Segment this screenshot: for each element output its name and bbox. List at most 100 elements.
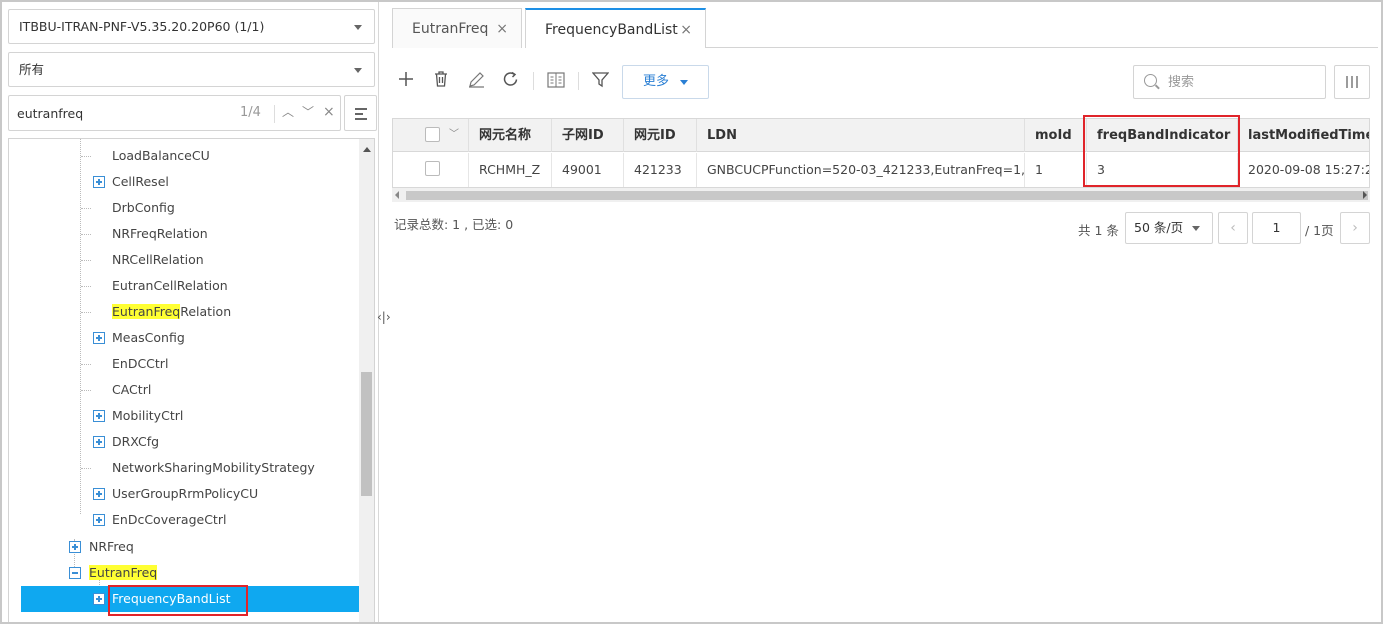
- column-header[interactable]: lastModifiedTime: [1238, 119, 1369, 152]
- scope-select[interactable]: 所有: [8, 52, 375, 87]
- expand-plus-icon[interactable]: [93, 488, 105, 500]
- columns-book-icon[interactable]: [547, 72, 565, 88]
- search-match-highlight: EutranFreq: [89, 565, 158, 580]
- chevron-left-icon: ‹: [1230, 220, 1236, 236]
- tree-node-nrcellrelation[interactable]: NRCellRelation: [9, 247, 354, 273]
- column-header[interactable]: LDN: [697, 119, 1025, 152]
- table-cell: 421233: [624, 153, 697, 187]
- close-icon[interactable]: ×: [496, 9, 508, 49]
- expand-plus-icon[interactable]: [93, 410, 105, 422]
- chevron-down-icon[interactable]: ﹀: [449, 119, 459, 151]
- tree-search[interactable]: eutranfreq 1/4 ︿ ﹀ ×: [8, 95, 341, 131]
- chevron-down-icon: [354, 25, 362, 30]
- annotation-box: [1083, 115, 1240, 187]
- expand-plus-icon[interactable]: [93, 514, 105, 526]
- tree-node-cellresel[interactable]: CellResel: [9, 169, 354, 195]
- tree-node-eutranfreq[interactable]: EutranFreq: [9, 560, 354, 586]
- tree-node-endccoveragectrl[interactable]: EnDcCoverageCtrl: [9, 507, 354, 533]
- app-window: ITBBU-ITRAN-PNF-V5.35.20.20P60 (1/1) 所有 …: [0, 0, 1383, 624]
- select-all-checkbox[interactable]: [425, 127, 440, 142]
- chevron-down-icon[interactable]: ﹀: [302, 103, 314, 120]
- prev-page-button[interactable]: ‹: [1218, 212, 1248, 244]
- tree-options-button[interactable]: [344, 95, 377, 131]
- tree-node-eutrancellrelation[interactable]: EutranCellRelation: [9, 273, 354, 299]
- column-header[interactable]: 网元ID: [624, 119, 697, 152]
- page-input[interactable]: 1: [1252, 212, 1301, 244]
- tree-node-label: NetworkSharingMobilityStrategy: [112, 460, 315, 475]
- column-header[interactable]: 子网ID: [552, 119, 624, 152]
- table-cell: GNBCUCPFunction=520-03_421233,EutranFreq…: [697, 153, 1025, 187]
- annotation-box: [108, 585, 248, 616]
- column-header[interactable]: moId: [1025, 119, 1087, 152]
- tree-node-label: EutranFreqRelation: [112, 304, 232, 319]
- scrollbar-thumb[interactable]: [361, 372, 372, 496]
- grid-search-input[interactable]: [1168, 73, 1308, 91]
- page-of: / 1页: [1305, 223, 1334, 238]
- scroll-right-icon[interactable]: [1363, 191, 1367, 199]
- tab-label: EutranFreq: [412, 21, 489, 37]
- tab-frequencybandlist[interactable]: FrequencyBandList ×: [525, 8, 706, 48]
- filter-icon[interactable]: [592, 71, 609, 88]
- table-cell: 2020-09-08 15:27:22: [1248, 162, 1370, 177]
- next-page-button[interactable]: ›: [1340, 212, 1370, 244]
- table-cell: RCHMH_Z: [469, 153, 552, 187]
- tree-node-nrfreq[interactable]: NRFreq: [9, 534, 354, 560]
- tree-node-label: EnDCCtrl: [112, 356, 169, 371]
- tree-node-drxcfg[interactable]: DRXCfg: [9, 429, 354, 455]
- expand-plus-icon[interactable]: [93, 332, 105, 344]
- expand-plus-icon[interactable]: [93, 436, 105, 448]
- scroll-left-icon[interactable]: [395, 191, 399, 199]
- row-select-cell: [393, 153, 469, 187]
- tree-search-input[interactable]: eutranfreq: [17, 106, 83, 121]
- tab-eutranfreq[interactable]: EutranFreq ×: [392, 8, 522, 48]
- resize-handle-icon[interactable]: ‹|›: [377, 310, 391, 324]
- edit-icon[interactable]: [468, 71, 485, 88]
- more-button[interactable]: 更多: [622, 65, 709, 99]
- expand-plus-icon[interactable]: [93, 176, 105, 188]
- tree-search-count: 1/4: [240, 105, 261, 120]
- scope-select-value: 所有: [19, 62, 45, 77]
- tree-node-label: NRFreq: [89, 539, 134, 554]
- column-header[interactable]: 网元名称: [469, 119, 552, 152]
- page-size-select[interactable]: 50 条/页: [1125, 212, 1213, 244]
- ne-select-value: ITBBU-ITRAN-PNF-V5.35.20.20P60 (1/1): [19, 19, 265, 34]
- row-checkbox[interactable]: [425, 161, 440, 176]
- tree-node-usergrouprrmpolicycu[interactable]: UserGroupRrmPolicyCU: [9, 481, 354, 507]
- chevron-up-icon[interactable]: ︿: [282, 103, 294, 120]
- tree-node-label: NRCellRelation: [112, 252, 204, 267]
- tree-node-label: NRFreqRelation: [112, 226, 208, 241]
- trash-icon[interactable]: [433, 70, 449, 88]
- divider: [533, 72, 534, 90]
- record-count: 记录总数: 1 , 已选: 0: [394, 217, 514, 232]
- grid-search[interactable]: [1133, 65, 1326, 99]
- scroll-up-icon[interactable]: [363, 147, 371, 152]
- collapse-minus-icon[interactable]: [69, 567, 81, 579]
- more-button-label: 更多: [643, 74, 670, 89]
- tree-node-nrfreqrelation[interactable]: NRFreqRelation: [9, 221, 354, 247]
- tree-node-cactrl[interactable]: CACtrl: [9, 377, 354, 403]
- refresh-icon[interactable]: [502, 71, 519, 88]
- expand-plus-icon[interactable]: [93, 593, 105, 605]
- tree-node-measconfig[interactable]: MeasConfig: [9, 325, 354, 351]
- chevron-down-icon: [1192, 226, 1200, 231]
- tree-node-loadbalancecu[interactable]: LoadBalanceCU: [9, 143, 354, 169]
- tree-node-networksharingmobilitystrategy[interactable]: NetworkSharingMobilityStrategy: [9, 455, 354, 481]
- column-settings-button[interactable]: [1334, 65, 1370, 99]
- tree-node-endcctrl[interactable]: EnDCCtrl: [9, 351, 354, 377]
- tree-node-label: UserGroupRrmPolicyCU: [112, 486, 259, 501]
- close-icon[interactable]: ×: [323, 104, 335, 120]
- table-hscrollbar[interactable]: [392, 188, 1370, 202]
- tree-node-label: CACtrl: [112, 382, 152, 397]
- tree-node-mobilityctrl[interactable]: MobilityCtrl: [9, 403, 354, 429]
- scrollbar-thumb[interactable]: [406, 191, 1368, 200]
- page-size-value: 50 条/页: [1134, 220, 1184, 235]
- tree-node-drbconfig[interactable]: DrbConfig: [9, 195, 354, 221]
- expand-plus-icon[interactable]: [69, 541, 81, 553]
- add-icon[interactable]: [398, 71, 414, 87]
- tree-node-eutranfreqrelation[interactable]: EutranFreqRelation: [9, 299, 354, 325]
- close-icon[interactable]: ×: [680, 10, 692, 50]
- list-options-icon: [355, 108, 367, 123]
- pager-total: 共 1 条: [1078, 223, 1119, 238]
- tree-scrollbar[interactable]: [359, 139, 374, 622]
- ne-select[interactable]: ITBBU-ITRAN-PNF-V5.35.20.20P60 (1/1): [8, 9, 375, 44]
